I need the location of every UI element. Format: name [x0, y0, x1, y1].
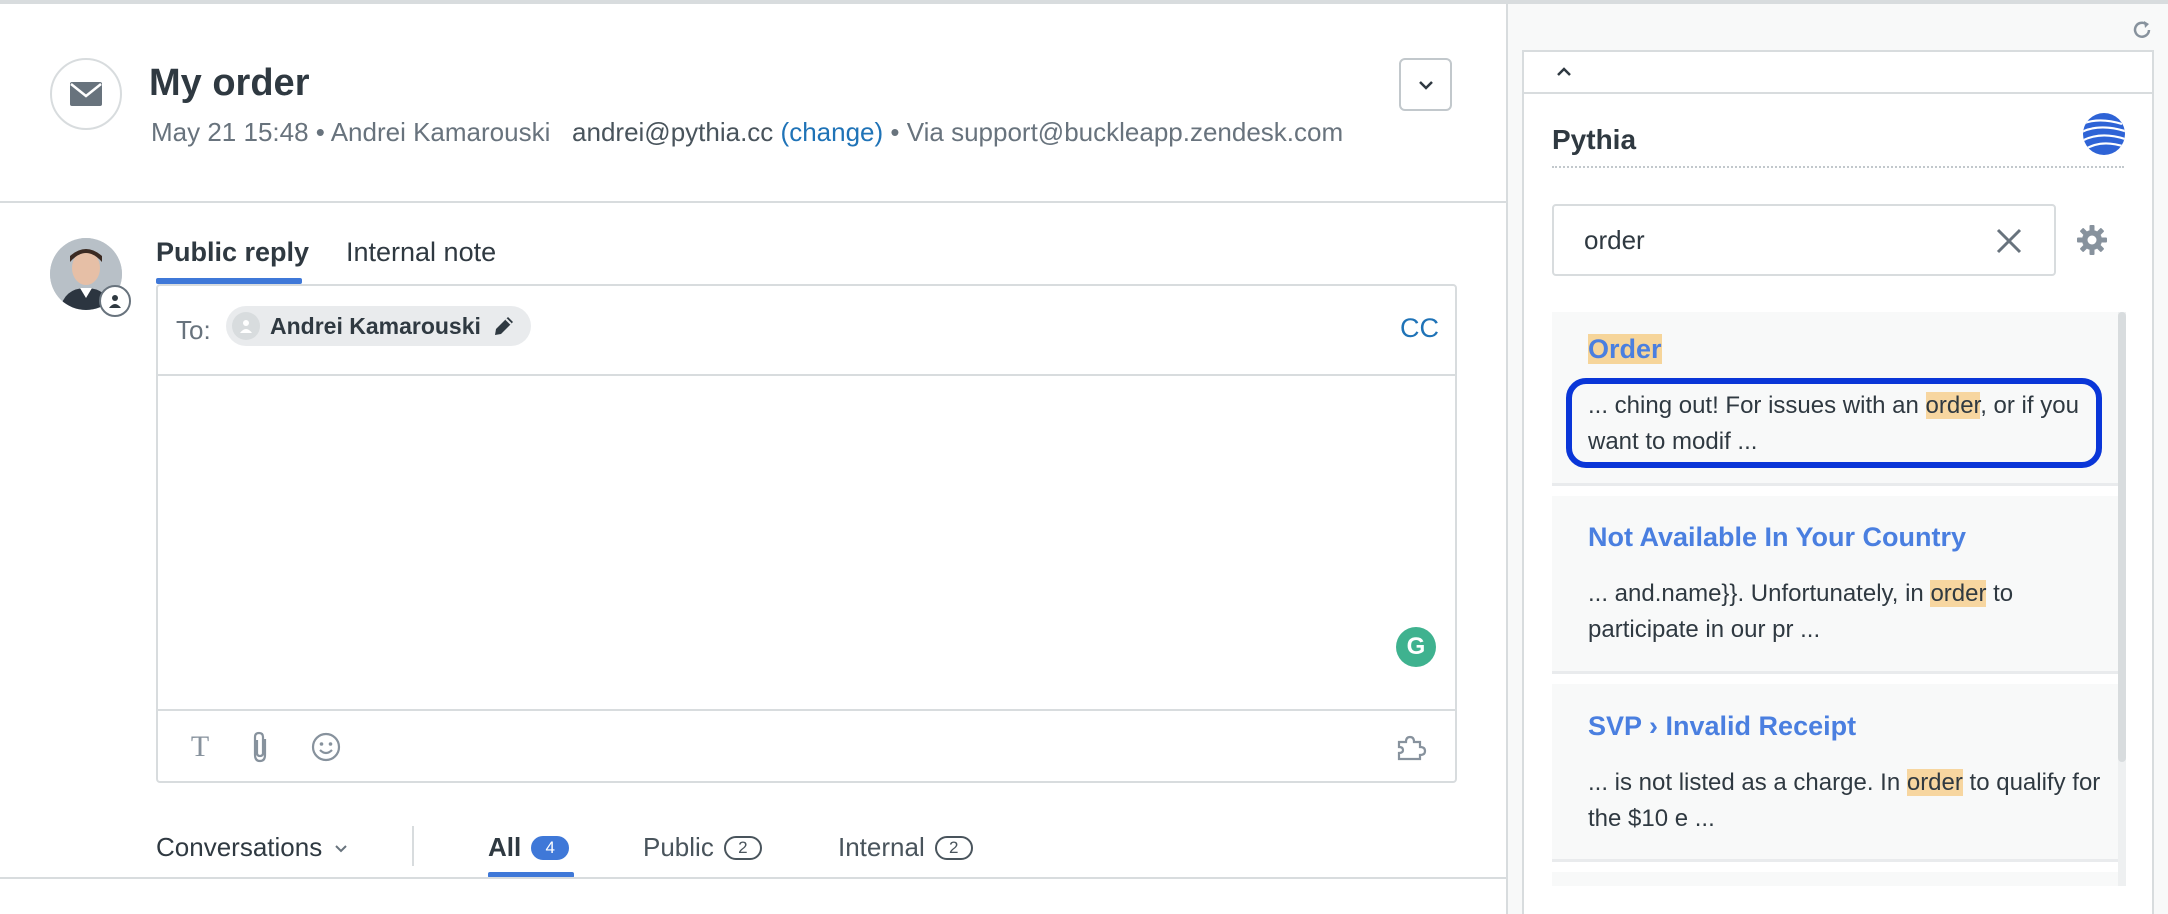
conversations-label: Conversations [156, 832, 323, 862]
pencil-icon[interactable] [491, 313, 517, 339]
search-results: Order ... ching out! For issues with an … [1552, 312, 2124, 886]
to-label: To: [176, 315, 211, 345]
result-title-text: Order [1588, 334, 1662, 364]
chevron-up-icon[interactable] [1550, 58, 1578, 86]
ticket-meta: May 21 15:48 • Andrei Kamarouski andrei@… [151, 117, 1343, 148]
result-snippet: ... and.name}}. Unfortunately, in order … [1588, 576, 2108, 648]
ticket-options-button[interactable] [1399, 58, 1452, 111]
result-card[interactable]: Order ... ching out! For issues with an … [1552, 312, 2118, 486]
snippet-text: ... and.name}}. Unfortunately, in [1588, 580, 1931, 607]
filter-all[interactable]: All 4 [488, 832, 570, 863]
puzzle-icon[interactable] [1392, 727, 1432, 767]
envelope-icon [50, 58, 122, 130]
via-channel: Via support@buckleapp.zendesk.com [906, 117, 1344, 147]
chevron-down-icon [335, 844, 347, 852]
results-scrollbar-thumb[interactable] [2118, 312, 2126, 762]
recipient-avatar-icon [232, 312, 260, 340]
filter-label: Internal [838, 832, 925, 862]
change-requester-link[interactable]: (change) [781, 117, 884, 147]
result-title[interactable]: SVP › Invalid Receipt [1588, 711, 1856, 742]
focus-highlight-box [1566, 378, 2102, 468]
header-divider [0, 201, 1506, 203]
attachment-icon[interactable] [240, 727, 280, 767]
close-icon[interactable] [1990, 222, 2028, 260]
chevron-down-icon [1418, 80, 1433, 90]
app-header-divider [1524, 92, 2152, 94]
tab-internal-note[interactable]: Internal note [346, 237, 496, 268]
result-title[interactable]: Order [1588, 334, 1662, 365]
grammarly-icon[interactable]: G [1396, 627, 1436, 667]
tab-public-reply[interactable]: Public reply [156, 237, 309, 268]
conversations-divider-bottom [0, 877, 1506, 879]
toolbar-divider [158, 709, 1455, 711]
user-badge-icon [99, 285, 131, 317]
filter-label: Public [643, 832, 714, 862]
snippet-text: ... is not listed as a charge. In [1588, 769, 1907, 796]
filter-count-badge: 4 [531, 835, 570, 860]
snippet-highlight: order [1906, 769, 1963, 796]
refresh-icon[interactable] [2128, 16, 2156, 44]
ticket-date: May 21 15:48 [151, 117, 309, 147]
text-format-icon[interactable]: T [180, 727, 220, 767]
ticket-title[interactable]: My order [149, 62, 309, 105]
pythia-logo-icon [2082, 112, 2126, 156]
filter-label: All [488, 832, 522, 862]
requester-name[interactable]: Andrei Kamarouski [331, 117, 551, 147]
conversations-dropdown[interactable]: Conversations [156, 832, 348, 863]
result-card[interactable]: Not Available In Your Country ... and.na… [1552, 496, 2118, 674]
title-divider [1552, 166, 2124, 168]
cc-button[interactable]: CC [1400, 313, 1439, 344]
result-snippet: ... is not listed as a charge. In order … [1588, 765, 2108, 837]
filter-count-badge: 2 [934, 835, 973, 860]
recipient-name: Andrei Kamarouski [270, 312, 481, 339]
filter-internal[interactable]: Internal 2 [838, 832, 973, 863]
filter-count-badge: 2 [723, 835, 762, 860]
snippet-highlight: order [1930, 580, 1987, 607]
result-title[interactable]: Not Available In Your Country [1588, 522, 1966, 553]
emoji-icon[interactable] [306, 727, 346, 767]
filter-public[interactable]: Public 2 [643, 832, 762, 863]
meta-separator: • [890, 117, 900, 147]
app-title: Pythia [1552, 124, 1637, 155]
result-card[interactable] [1552, 872, 2118, 886]
to-row-divider [158, 374, 1455, 376]
meta-separator: • [315, 117, 325, 147]
gear-icon[interactable] [2074, 222, 2110, 258]
search-value[interactable]: order [1584, 225, 1645, 256]
conversations-divider [412, 826, 414, 866]
recipient-pill[interactable]: Andrei Kamarouski [226, 306, 531, 346]
requester-email: andrei@pythia.cc [572, 117, 774, 147]
result-card[interactable]: SVP › Invalid Receipt ... is not listed … [1552, 684, 2118, 862]
